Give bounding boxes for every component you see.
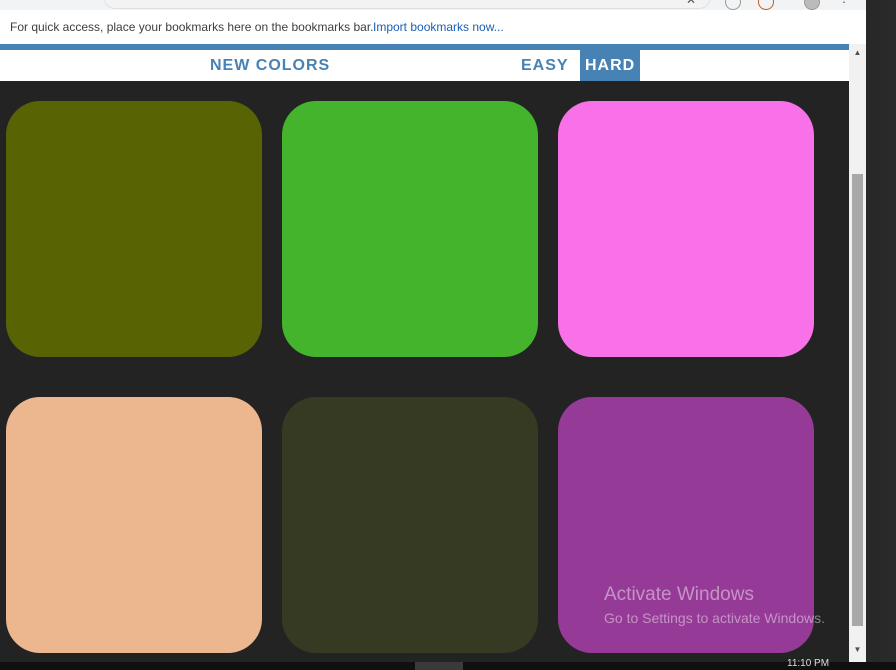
color-square[interactable] — [282, 101, 538, 357]
taskbar-active-app[interactable] — [415, 662, 463, 670]
clear-icon[interactable]: ✕ — [686, 0, 696, 6]
color-square[interactable] — [558, 101, 814, 357]
color-square[interactable] — [558, 397, 814, 653]
color-square[interactable] — [6, 101, 262, 357]
scrollbar-thumb[interactable] — [852, 174, 863, 626]
bookmarks-bar-message: For quick access, place your bookmarks h… — [10, 20, 374, 34]
browser-toolbar: ✕ ⋮ — [0, 0, 866, 10]
color-square[interactable] — [282, 397, 538, 653]
hard-button[interactable]: HARD — [580, 50, 641, 81]
extension-icon[interactable] — [725, 0, 741, 10]
new-colors-button[interactable]: NEW COLORS — [205, 50, 335, 81]
desktop: ✕ ⋮ For quick access, place your bookmar… — [0, 0, 896, 670]
menu-kebab-icon[interactable]: ⋮ — [838, 0, 852, 8]
game-nav: NEW COLORS EASY HARD — [0, 50, 849, 81]
color-square[interactable] — [6, 397, 262, 653]
easy-button[interactable]: EASY — [516, 50, 574, 81]
profile-avatar[interactable] — [804, 0, 820, 10]
address-bar[interactable]: ✕ — [104, 0, 710, 8]
import-bookmarks-link[interactable]: Import bookmarks now... — [373, 20, 504, 34]
vertical-scrollbar[interactable]: ▲ ▼ — [849, 44, 866, 662]
browser-window: ✕ ⋮ For quick access, place your bookmar… — [0, 0, 866, 662]
windows-taskbar: 11:10 PM — [0, 658, 896, 670]
extension-icon-2[interactable] — [758, 0, 774, 10]
scroll-up-icon[interactable]: ▲ — [849, 44, 866, 61]
page-content: NEW COLORS EASY HARD — [0, 44, 849, 662]
taskbar-clock[interactable]: 11:10 PM — [787, 658, 829, 669]
scroll-down-icon[interactable]: ▼ — [849, 641, 866, 658]
bookmarks-bar: For quick access, place your bookmarks h… — [0, 10, 866, 45]
